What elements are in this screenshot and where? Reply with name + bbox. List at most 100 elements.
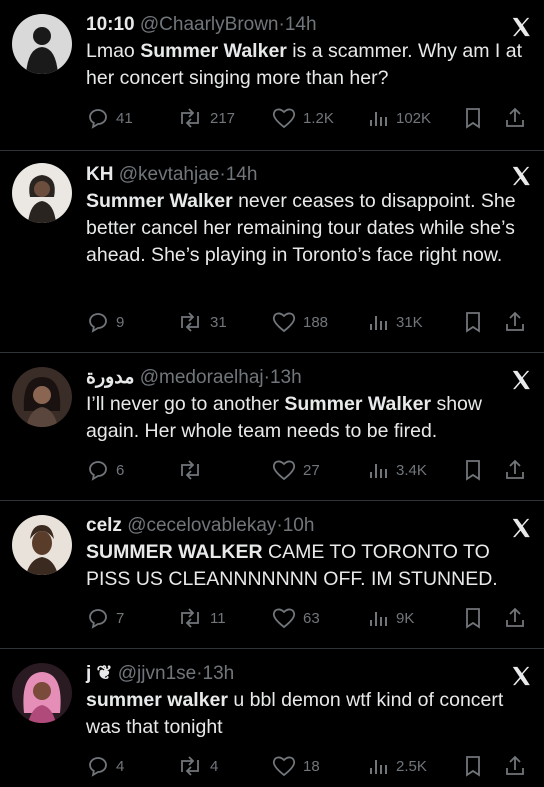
bookmark-icon: [466, 756, 480, 777]
avatar[interactable]: [12, 663, 72, 723]
views-button[interactable]: 31K: [368, 309, 423, 335]
reply-icon: [89, 757, 107, 777]
handle[interactable]: @cecelovablekay: [127, 515, 276, 536]
reply-button[interactable]: 9: [86, 309, 124, 335]
bookmark-button[interactable]: [463, 605, 483, 631]
retweet-count: 11: [210, 609, 226, 627]
tweet-actions: 4 4 18 2.5K: [86, 753, 532, 779]
views-button[interactable]: 3.4K: [368, 457, 427, 483]
retweet-button[interactable]: [176, 457, 210, 483]
bookmark-button[interactable]: [463, 457, 483, 483]
timestamp[interactable]: 14h: [285, 14, 317, 35]
share-icon: [506, 311, 524, 331]
retweet-count: 31: [210, 313, 227, 331]
display-name[interactable]: j ❦: [86, 663, 112, 684]
reply-button[interactable]: 4: [86, 753, 124, 779]
avatar[interactable]: [12, 515, 72, 575]
tweet-header: j ❦ @jjvn1se·13h: [86, 661, 530, 687]
bookmark-icon: [466, 312, 480, 333]
display-name[interactable]: celz: [86, 515, 122, 536]
tweet-header: KH @kevtahjae·14h: [86, 162, 530, 188]
like-count: 27: [303, 461, 320, 479]
reply-icon: [89, 461, 107, 481]
x-logo-icon: [512, 370, 530, 390]
reply-count: 6: [116, 461, 125, 479]
timestamp[interactable]: 13h: [203, 663, 235, 684]
avatar[interactable]: [12, 14, 72, 74]
reply-icon: [89, 109, 107, 129]
like-button[interactable]: 188: [271, 309, 328, 335]
tweet-header: 10:10 @ChaarlyBrown·14h: [86, 12, 530, 38]
views-count: 31K: [396, 313, 423, 331]
reply-icon: [89, 313, 107, 333]
like-button[interactable]: 1.2K: [271, 105, 334, 131]
reply-button[interactable]: 7: [86, 605, 124, 631]
tweet-header: مدورة @medoraelhaj·13h: [86, 365, 530, 391]
share-button[interactable]: [504, 457, 526, 483]
avatar[interactable]: [12, 367, 72, 427]
tweet-actions: 41 217 1.2K 102K: [86, 105, 532, 131]
retweet-count: 217: [210, 109, 236, 127]
heart-icon: [272, 312, 296, 333]
tweet-card[interactable]: مدورة @medoraelhaj·13h I’ll never go to …: [0, 353, 544, 499]
handle[interactable]: @ChaarlyBrown: [140, 14, 279, 35]
tweet-actions: 9 31 188 31K: [86, 309, 532, 335]
like-button[interactable]: 27: [271, 457, 320, 483]
reply-button[interactable]: 6: [86, 457, 124, 483]
views-icon: [370, 612, 387, 626]
tweet-feed: 10:10 @ChaarlyBrown·14h Lmao Summer Walk…: [0, 0, 544, 787]
tweet-card[interactable]: j ❦ @jjvn1se·13h summer walker u bbl dem…: [0, 649, 544, 787]
reply-count: 9: [116, 313, 125, 331]
tweet-card[interactable]: 10:10 @ChaarlyBrown·14h Lmao Summer Walk…: [0, 0, 544, 150]
tweet-text: summer walker u bbl demon wtf kind of co…: [86, 687, 516, 741]
retweet-button[interactable]: 11: [176, 605, 226, 631]
like-count: 18: [303, 757, 320, 775]
tweet-actions: 6 27 3.4K: [86, 457, 532, 483]
timestamp[interactable]: 13h: [270, 367, 302, 388]
views-button[interactable]: 9K: [368, 605, 414, 631]
reply-button[interactable]: 41: [86, 105, 133, 131]
avatar[interactable]: [12, 163, 72, 223]
tweet-text-bold: Summer Walker: [86, 190, 233, 212]
display-name[interactable]: 10:10: [86, 14, 135, 35]
bookmark-button[interactable]: [463, 309, 483, 335]
retweet-button[interactable]: 4: [176, 753, 218, 779]
handle[interactable]: @jjvn1se: [118, 663, 196, 684]
tweet-header: celz @cecelovablekay·10h: [86, 513, 530, 539]
retweet-icon: [181, 608, 199, 628]
timestamp[interactable]: 10h: [283, 515, 315, 536]
tweet-text: Lmao Summer Walker is a scammer. Why am …: [86, 38, 522, 92]
like-button[interactable]: 63: [271, 605, 320, 631]
bookmark-button[interactable]: [463, 105, 483, 131]
retweet-icon: [181, 460, 199, 480]
x-logo-icon: [512, 166, 530, 186]
retweet-button[interactable]: 31: [176, 309, 227, 335]
views-button[interactable]: 102K: [368, 105, 431, 131]
bookmark-button[interactable]: [463, 753, 483, 779]
tweet-text-bold: Summer Walker: [284, 393, 432, 415]
share-button[interactable]: [504, 605, 526, 631]
tweet-card[interactable]: celz @cecelovablekay·10h SUMMER WALKER C…: [0, 501, 544, 647]
display-name[interactable]: KH: [86, 164, 113, 185]
share-button[interactable]: [504, 753, 526, 779]
timestamp[interactable]: 14h: [226, 164, 258, 185]
views-icon: [370, 316, 387, 330]
share-button[interactable]: [504, 105, 526, 131]
tweet-actions: 7 11 63 9K: [86, 605, 532, 631]
tweet-text: SUMMER WALKER CAME TO TORONTO TO PISS US…: [86, 539, 516, 593]
handle[interactable]: @kevtahjae: [119, 164, 220, 185]
tweet-text-bold: summer walker: [86, 689, 228, 711]
like-button[interactable]: 18: [271, 753, 320, 779]
heart-icon: [272, 756, 296, 777]
views-button[interactable]: 2.5K: [368, 753, 427, 779]
display-name[interactable]: مدورة: [86, 367, 134, 388]
tweet-card[interactable]: KH @kevtahjae·14h Summer Walker never ce…: [0, 151, 544, 351]
retweet-button[interactable]: 217: [176, 105, 235, 131]
share-icon: [506, 459, 524, 479]
bookmark-icon: [466, 460, 480, 481]
share-button[interactable]: [504, 309, 526, 335]
tweet-text-segment: Lmao: [86, 40, 141, 62]
retweet-icon: [181, 108, 199, 128]
views-count: 3.4K: [396, 461, 427, 479]
handle[interactable]: @medoraelhaj: [140, 367, 264, 388]
